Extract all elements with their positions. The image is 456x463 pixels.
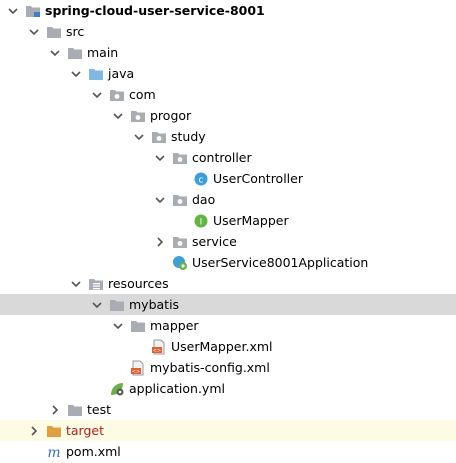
- tree-item-resources[interactable]: resources: [0, 273, 456, 294]
- package-icon: [109, 84, 125, 105]
- tree-item-label: resources: [108, 276, 169, 291]
- folder-icon: [109, 294, 125, 315]
- chevron-right-icon[interactable]: [153, 231, 167, 252]
- chevron-right-icon[interactable]: [27, 420, 41, 441]
- spring-config-file-icon: [109, 378, 125, 399]
- folder-icon: [67, 399, 83, 420]
- tree-item-application-yml[interactable]: application.yml: [0, 378, 456, 399]
- excluded-folder-icon: [46, 420, 62, 441]
- tree-item-label: com: [129, 87, 156, 102]
- chevron-down-icon[interactable]: [153, 147, 167, 168]
- tree-item-java[interactable]: java: [0, 63, 456, 84]
- tree-item-label: pom.xml: [66, 444, 121, 459]
- svg-text:c: c: [199, 175, 204, 185]
- class-icon: c: [193, 168, 209, 189]
- package-icon: [172, 189, 188, 210]
- tree-item-label: main: [87, 45, 119, 60]
- folder-icon: [67, 42, 83, 63]
- svg-text:<>: <>: [132, 369, 140, 375]
- tree-item-spring-cloud-user-service-8001[interactable]: spring-cloud-user-service-8001: [0, 0, 456, 21]
- chevron-down-icon[interactable]: [153, 189, 167, 210]
- tree-item-label: study: [171, 129, 206, 144]
- tree-item-label: dao: [192, 192, 216, 207]
- tree-item-label: target: [66, 423, 105, 438]
- tree-item-mapper[interactable]: mapper: [0, 315, 456, 336]
- maven-file-icon: m: [46, 441, 62, 462]
- tree-item-label: mapper: [150, 318, 199, 333]
- tree-item-label: UserService8001Application: [192, 255, 369, 270]
- folder-icon: [130, 315, 146, 336]
- tree-item-mybatis[interactable]: mybatis: [0, 294, 456, 315]
- chevron-down-icon[interactable]: [69, 273, 83, 294]
- tree-item-label: src: [66, 24, 85, 39]
- package-icon: [130, 105, 146, 126]
- resources-folder-icon: [88, 273, 104, 294]
- tree-item-label: application.yml: [129, 381, 225, 396]
- tree-item-usermapper-xml[interactable]: <> UserMapper.xml: [0, 336, 456, 357]
- tree-item-label: UserController: [213, 171, 303, 186]
- project-tree: spring-cloud-user-service-8001 src main jav…: [0, 0, 456, 463]
- chevron-down-icon[interactable]: [27, 21, 41, 42]
- chevron-down-icon[interactable]: [48, 42, 62, 63]
- svg-text:<>: <>: [153, 348, 161, 354]
- svg-text:I: I: [200, 217, 203, 227]
- tree-item-label: java: [108, 66, 135, 81]
- package-icon: [172, 147, 188, 168]
- tree-item-com[interactable]: com: [0, 84, 456, 105]
- chevron-down-icon[interactable]: [69, 63, 83, 84]
- tree-item-controller[interactable]: controller: [0, 147, 456, 168]
- tree-item-dao[interactable]: dao: [0, 189, 456, 210]
- tree-item-label: mybatis: [129, 297, 180, 312]
- tree-item-main[interactable]: main: [0, 42, 456, 63]
- tree-item-test[interactable]: test: [0, 399, 456, 420]
- chevron-down-icon[interactable]: [111, 105, 125, 126]
- tree-item-label: mybatis-config.xml: [150, 360, 270, 375]
- chevron-right-icon[interactable]: [48, 399, 62, 420]
- xml-file-icon: <>: [151, 336, 167, 357]
- xml-file-icon: <>: [130, 357, 146, 378]
- tree-item-label: spring-cloud-user-service-8001: [45, 3, 265, 18]
- tree-item-target[interactable]: target: [0, 420, 456, 441]
- chevron-down-icon[interactable]: [90, 294, 104, 315]
- interface-icon: I: [193, 210, 209, 231]
- tree-item-label: test: [87, 402, 112, 417]
- svg-text:m: m: [47, 445, 60, 460]
- tree-item-src[interactable]: src: [0, 21, 456, 42]
- tree-item-service[interactable]: service: [0, 231, 456, 252]
- module-folder-icon: [25, 0, 41, 21]
- tree-item-study[interactable]: study: [0, 126, 456, 147]
- spring-boot-class-icon: [172, 252, 188, 273]
- chevron-down-icon[interactable]: [6, 0, 20, 21]
- chevron-down-icon[interactable]: [90, 84, 104, 105]
- chevron-down-icon[interactable]: [111, 315, 125, 336]
- tree-item-label: UserMapper.xml: [171, 339, 273, 354]
- tree-item-label: progor: [150, 108, 192, 123]
- package-icon: [172, 231, 188, 252]
- chevron-down-icon[interactable]: [132, 126, 146, 147]
- package-icon: [151, 126, 167, 147]
- folder-icon: [46, 21, 62, 42]
- tree-item-pom-xml[interactable]: m pom.xml: [0, 441, 456, 462]
- tree-item-mybatis-config-xml[interactable]: <> mybatis-config.xml: [0, 357, 456, 378]
- tree-item-label: UserMapper: [213, 213, 289, 228]
- tree-item-label: service: [192, 234, 237, 249]
- tree-item-usermapper[interactable]: I UserMapper: [0, 210, 456, 231]
- tree-item-label: controller: [192, 150, 252, 165]
- tree-item-usercontroller[interactable]: c UserController: [0, 168, 456, 189]
- tree-item-progor[interactable]: progor: [0, 105, 456, 126]
- source-root-folder-icon: [88, 63, 104, 84]
- tree-item-userservice8001application[interactable]: UserService8001Application: [0, 252, 456, 273]
